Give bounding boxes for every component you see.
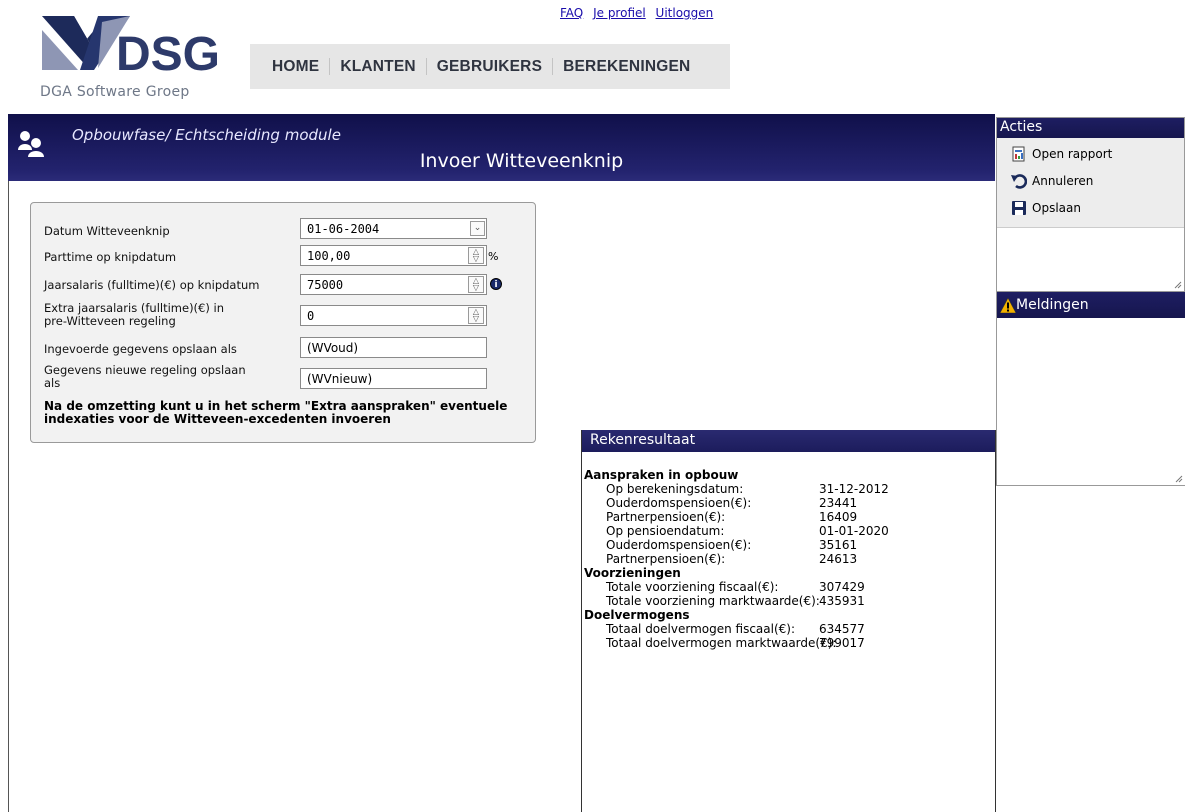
logout-link[interactable]: Uitloggen <box>656 6 714 20</box>
extra-label: Extra jaarsalaris (fulltime)(€) in pre-W… <box>44 302 224 328</box>
result-label: Aanspraken in opbouw <box>584 468 739 482</box>
cancel-label: Annuleren <box>1032 173 1094 188</box>
result-label: Totale voorziening marktwaarde(€): <box>606 594 820 608</box>
witteveenknip-form: Datum Witteveenknip 01-06-2004 ⌄ Parttim… <box>30 202 536 443</box>
result-label: Voorzieningen <box>584 566 681 580</box>
result-value: 16409 <box>819 510 858 524</box>
warning-icon <box>1000 297 1016 313</box>
actions-title: Acties <box>997 118 1184 138</box>
extra-spinner-icon[interactable]: △ ▽ <box>468 307 484 324</box>
page-title: Invoer Witteveenknip <box>419 150 624 172</box>
jaarsalaris-label: Jaarsalaris (fulltime)(€) op knipdatum <box>44 278 260 292</box>
content-border <box>8 181 9 812</box>
save-button[interactable]: Opslaan <box>997 194 1184 221</box>
jaarsalaris-spinner-icon[interactable]: △ ▽ <box>468 276 484 293</box>
result-label: Ouderdomspensioen(€): <box>606 496 752 510</box>
nav-home[interactable]: HOME <box>262 58 329 76</box>
report-icon <box>1012 146 1025 161</box>
module-name: Opbouwfase/ Echtscheiding module <box>72 126 341 144</box>
save-label: Opslaan <box>1032 200 1081 215</box>
open-report-label: Open rapport <box>1032 146 1113 161</box>
result-value: 634577 <box>819 622 865 636</box>
result-value: 24613 <box>819 552 858 566</box>
open-report-button[interactable]: Open rapport <box>997 140 1184 167</box>
result-label: Op pensioendatum: <box>606 524 725 538</box>
resize-handle-icon[interactable] <box>1175 475 1183 483</box>
result-label: Partnerpensioen(€): <box>606 510 726 524</box>
notifications-panel: Meldingen <box>996 292 1185 486</box>
profile-link[interactable]: Je profiel <box>593 6 646 20</box>
result-label: Ouderdomspensioen(€): <box>606 538 752 552</box>
faq-link[interactable]: FAQ <box>560 6 583 20</box>
extra-label-line2: pre-Witteveen regeling <box>44 314 176 328</box>
result-label: Totale voorziening fiscaal(€): <box>606 580 779 594</box>
logo-text: DSG <box>116 28 220 81</box>
chevron-down-icon[interactable]: ⌄ <box>470 221 485 236</box>
nieuw-label-line1: Gegevens nieuwe regeling opslaan <box>44 363 246 377</box>
result-value: 435931 <box>819 594 865 608</box>
nieuw-label-line2: als <box>44 376 61 390</box>
extra-input[interactable]: 0 <box>300 305 487 326</box>
percent-unit: % <box>488 250 499 263</box>
result-value: 35161 <box>819 538 858 552</box>
undo-icon <box>1011 173 1027 189</box>
resize-handle-icon[interactable] <box>1174 281 1182 289</box>
result-value: 23441 <box>819 496 858 510</box>
notifications-title: Meldingen <box>1016 297 1089 313</box>
nieuw-input[interactable]: (WVnieuw) <box>300 368 487 389</box>
nav-gebruikers[interactable]: GEBRUIKERS <box>427 58 552 76</box>
info-icon[interactable]: i <box>490 278 502 290</box>
result-label: Totaal doelvermogen fiscaal(€): <box>606 622 796 636</box>
page-header: Opbouwfase/ Echtscheiding module Invoer … <box>8 114 995 181</box>
save-icon <box>1012 200 1026 215</box>
nav-klanten[interactable]: KLANTEN <box>330 58 425 76</box>
parttime-input[interactable]: 100,00 <box>300 245 487 266</box>
notifications-header: Meldingen <box>997 292 1185 318</box>
jaarsalaris-input[interactable]: 75000 <box>300 274 487 295</box>
result-title: Rekenresultaat <box>582 430 995 452</box>
oud-label: Ingevoerde gegevens opslaan als <box>44 342 237 356</box>
cancel-button[interactable]: Annuleren <box>997 167 1184 194</box>
nieuw-label: Gegevens nieuwe regeling opslaan als <box>44 364 246 390</box>
top-links: FAQ Je profiel Uitloggen <box>560 6 719 20</box>
actions-list: Open rapport Annuleren Opslaan <box>997 138 1184 228</box>
conversion-note: Na de omzetting kunt u in het scherm "Ex… <box>44 399 508 426</box>
datum-select[interactable]: 01-06-2004 <box>300 218 487 239</box>
main-nav: HOME KLANTEN GEBRUIKERS BEREKENINGEN <box>250 44 730 89</box>
datum-label: Datum Witteveenknip <box>44 224 170 238</box>
result-value: 01-01-2020 <box>819 524 889 538</box>
result-panel: Rekenresultaat Aanspraken in opbouw Op be… <box>581 430 996 812</box>
logo-tagline: DGA Software Groep <box>40 84 190 100</box>
actions-panel: Acties Open rapport Annuleren Opslaan <box>996 117 1185 292</box>
result-label: Totaal doelvermogen marktwaarde(€): <box>606 636 837 650</box>
result-value: 31-12-2012 <box>819 482 889 496</box>
parttime-label: Parttime op knipdatum <box>44 250 177 264</box>
result-label: Doelvermogens <box>584 608 690 622</box>
parttime-spinner-icon[interactable]: △ ▽ <box>468 247 484 264</box>
nav-berekeningen[interactable]: BEREKENINGEN <box>553 58 700 76</box>
result-value: 307429 <box>819 580 865 594</box>
oud-input[interactable]: (WVoud) <box>300 337 487 358</box>
result-value: 799017 <box>819 636 865 650</box>
result-label: Partnerpensioen(€): <box>606 552 726 566</box>
result-label: Op berekeningsdatum: <box>606 482 744 496</box>
